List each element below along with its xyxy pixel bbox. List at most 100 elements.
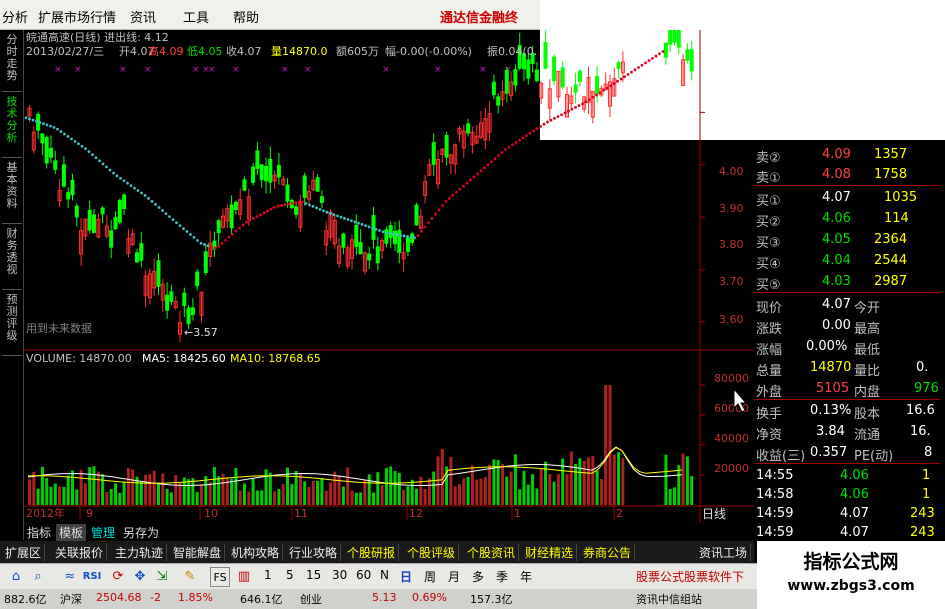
volume-bar xyxy=(187,479,191,505)
tab-main-track[interactable]: 主力轨迹 xyxy=(112,544,168,561)
tab-template[interactable]: 模板 xyxy=(56,524,87,541)
ma-dot xyxy=(38,121,42,124)
search-icon[interactable]: ⌕ xyxy=(28,567,48,587)
chart-icon[interactable]: ≈ xyxy=(60,567,80,587)
tab-indicator[interactable]: 指标 xyxy=(24,524,54,541)
menu-help[interactable]: 帮助 xyxy=(233,7,259,26)
tab-info-workshop[interactable]: 资讯工场 xyxy=(696,544,752,561)
export-icon[interactable]: ⇲ xyxy=(152,567,172,587)
ma-dot xyxy=(52,125,56,129)
ma-dot xyxy=(497,154,500,157)
ma-dot xyxy=(350,219,353,223)
candle-body xyxy=(496,96,501,106)
pencil-icon[interactable]: ✎ xyxy=(180,567,200,587)
tab-save-as[interactable]: 另存为 xyxy=(120,524,162,541)
volume-bar xyxy=(311,480,315,505)
tab-broker-notice[interactable]: 券商公告 xyxy=(580,544,636,561)
period-30min[interactable]: 30 xyxy=(332,568,347,582)
ma-dot xyxy=(276,204,280,208)
tab-stock-report[interactable]: 个股研报 xyxy=(344,544,400,561)
volume-bar xyxy=(492,459,496,505)
tab-timeshare[interactable]: 分时走势 xyxy=(2,34,22,92)
candle-body xyxy=(109,230,114,248)
ma-dot xyxy=(455,190,458,194)
period-n[interactable]: N xyxy=(380,568,389,582)
event-marker: × xyxy=(304,65,312,75)
ma-dot xyxy=(465,181,469,185)
volume-bar xyxy=(45,478,49,505)
status-item: 沪深 xyxy=(60,593,82,606)
vol-tick: 20000 xyxy=(714,462,749,475)
ma-dot xyxy=(458,187,462,191)
period-1min[interactable]: 1 xyxy=(264,568,272,582)
volume-bar xyxy=(49,486,53,505)
tab-rating[interactable]: 预测评级 xyxy=(2,294,22,356)
ma-dot xyxy=(532,129,535,133)
tab-ext-area[interactable]: 扩展区 xyxy=(2,544,46,561)
volume-bar xyxy=(621,457,625,505)
tab-finance-picks[interactable]: 财经精选 xyxy=(522,544,578,561)
tab-stock-news[interactable]: 个股资讯 xyxy=(464,544,520,561)
ma-dot xyxy=(343,216,346,220)
candle-body xyxy=(595,76,600,95)
volume-bar xyxy=(290,484,294,505)
volume-bar xyxy=(681,453,685,505)
candle-body xyxy=(504,69,509,94)
home-icon[interactable]: ⌂ xyxy=(6,567,26,587)
tab-manage[interactable]: 管理 xyxy=(88,524,118,541)
candle-body xyxy=(40,133,45,144)
move-icon[interactable]: ✥ xyxy=(130,567,150,587)
event-marker: × xyxy=(434,65,442,75)
period-year[interactable]: 年 xyxy=(520,568,532,585)
tab-related-quotes[interactable]: 关联报价 xyxy=(52,544,108,561)
candle-body xyxy=(358,241,363,255)
candle-body xyxy=(405,237,410,252)
volume-bar xyxy=(406,486,410,505)
ma-dot xyxy=(528,131,532,135)
split-icon[interactable]: ▥ xyxy=(234,567,254,587)
ma-dot xyxy=(427,221,430,225)
candle-body xyxy=(341,233,346,248)
period-week[interactable]: 周 xyxy=(424,568,436,585)
rsi-icon[interactable]: RSI xyxy=(82,567,102,587)
bid-row: 买⑤ 4.03 2987 xyxy=(754,271,940,293)
menu-analysis[interactable]: 分析 xyxy=(2,7,28,26)
tab-technical[interactable]: 技术分析 xyxy=(2,96,22,158)
period-15min[interactable]: 15 xyxy=(306,568,321,582)
tab-stock-rating[interactable]: 个股评级 xyxy=(404,544,460,561)
menu-ext-market[interactable]: 扩展市场行情 xyxy=(38,7,116,26)
volume-bar xyxy=(333,471,337,505)
period-label[interactable]: 日线 xyxy=(702,507,726,521)
cycle-icon[interactable]: ⟳ xyxy=(108,567,128,587)
ma-dot xyxy=(423,225,427,229)
menu-news[interactable]: 资讯 xyxy=(130,7,156,26)
ma-dot xyxy=(80,144,84,148)
tab-basic-info[interactable]: 基本资料 xyxy=(2,162,22,224)
volume-bar xyxy=(264,469,268,505)
tab-institution[interactable]: 机构攻略 xyxy=(228,544,284,561)
period-quarter[interactable]: 季 xyxy=(496,568,508,585)
period-60min[interactable]: 60 xyxy=(356,568,371,582)
volume-bar xyxy=(453,486,457,505)
candle-body xyxy=(251,166,256,183)
period-day[interactable]: 日 xyxy=(400,568,412,585)
tab-finance[interactable]: 财务透视 xyxy=(2,228,22,290)
volume-label: VOLUME: 14870.00 xyxy=(26,352,132,365)
ma-dot xyxy=(462,184,465,188)
period-multi[interactable]: 多 xyxy=(472,568,484,585)
kline-chart[interactable]: ×××××××××××××× 皖通高速(日线) 进出线: 4.12 2013/0… xyxy=(24,30,754,523)
volume-bar xyxy=(157,482,160,505)
menu-tools[interactable]: 工具 xyxy=(183,7,209,26)
ma-dot xyxy=(479,169,483,173)
tab-industry[interactable]: 行业攻略 xyxy=(286,544,342,561)
candle-body xyxy=(259,164,264,181)
volume-bar xyxy=(346,467,350,505)
period-month[interactable]: 月 xyxy=(448,568,460,585)
ma-dot xyxy=(308,203,311,207)
fs-button[interactable]: FS xyxy=(210,567,230,587)
tab-smart-analysis[interactable]: 智能解盘 xyxy=(170,544,226,561)
volume-bar xyxy=(604,385,608,505)
ma-dot xyxy=(217,244,220,248)
ma-dot xyxy=(269,207,273,211)
period-5min[interactable]: 5 xyxy=(286,568,294,582)
